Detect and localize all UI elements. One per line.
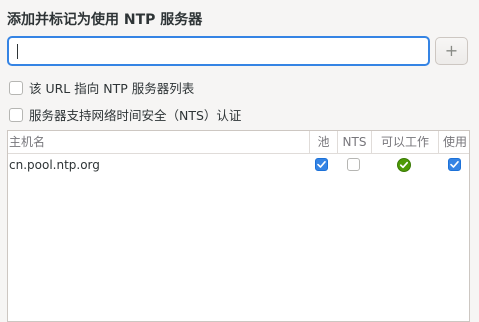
column-header-use[interactable]: 使用: [438, 131, 471, 153]
url-is-list-checkbox[interactable]: [9, 80, 23, 95]
table-row[interactable]: cn.pool.ntp.org: [8, 154, 469, 176]
column-header-nts[interactable]: NTS: [337, 131, 371, 153]
supports-nts-checkbox[interactable]: [9, 107, 23, 122]
add-server-button[interactable]: +: [435, 37, 468, 65]
row-use-checkbox[interactable]: [448, 158, 461, 171]
url-is-list-label: 该 URL 指向 NTP 服务器列表: [29, 81, 195, 96]
check-circle-icon: [397, 158, 411, 172]
text-cursor: [17, 44, 18, 59]
supports-nts-label: 服务器支持网络时间安全（NTS）认证: [29, 108, 242, 123]
checkmark-icon: [317, 161, 326, 168]
add-ntp-server-title: 添加并标记为使用 NTP 服务器: [7, 12, 203, 28]
row-hostname: cn.pool.ntp.org: [9, 158, 100, 172]
supports-nts-option[interactable]: 服务器支持网络时间安全（NTS）认证: [9, 105, 241, 124]
column-header-works[interactable]: 可以工作: [371, 131, 438, 153]
row-pool-checkbox[interactable]: [315, 158, 328, 171]
column-header-pool[interactable]: 池: [309, 131, 337, 153]
column-header-host[interactable]: 主机名: [8, 131, 309, 153]
ntp-server-input[interactable]: [7, 36, 430, 66]
checkmark-icon: [450, 161, 459, 168]
url-is-list-option[interactable]: 该 URL 指向 NTP 服务器列表: [9, 78, 194, 97]
row-nts-checkbox[interactable]: [347, 158, 360, 171]
table-header: 主机名 池 NTS 可以工作 使用: [8, 131, 469, 154]
ntp-server-table: 主机名 池 NTS 可以工作 使用 cn.pool.ntp.org: [7, 130, 470, 322]
